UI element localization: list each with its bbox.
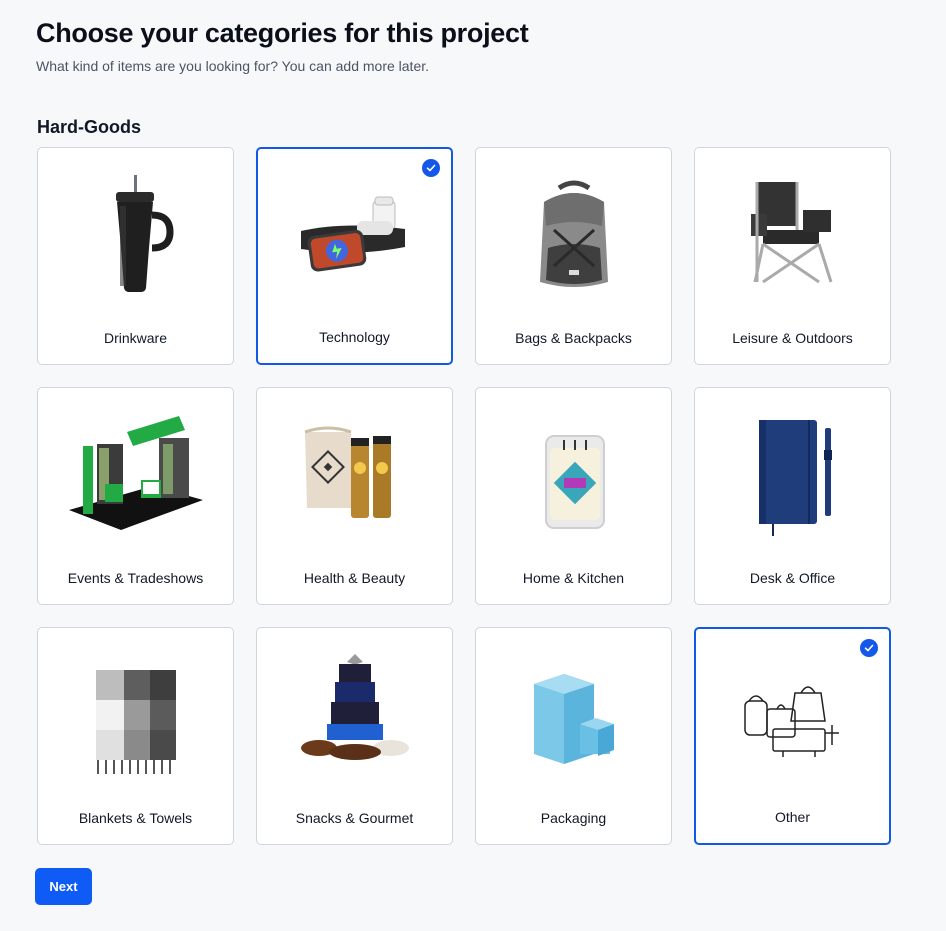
category-card-other[interactable]: Other [694, 627, 891, 845]
beauty-kit-icon [257, 410, 452, 540]
category-card-events-tradeshows[interactable]: Events & Tradeshows [37, 387, 234, 605]
assorted-items-icon [696, 651, 889, 781]
category-label: Technology [319, 329, 390, 345]
tradeshow-booth-icon [38, 410, 233, 540]
category-label: Snacks & Gourmet [295, 810, 414, 826]
wireless-charger-icon [258, 171, 451, 301]
category-card-health-beauty[interactable]: Health & Beauty [256, 387, 453, 605]
category-label: Drinkware [103, 330, 167, 346]
gift-tower-icon [257, 650, 452, 780]
category-label: Leisure & Outdoors [732, 330, 853, 346]
category-label: Desk & Office [749, 570, 836, 586]
gift-box-icon [476, 650, 671, 780]
category-card-desk-office[interactable]: Desk & Office [694, 387, 891, 605]
category-label: Packaging [540, 810, 607, 826]
candle-icon [476, 410, 671, 540]
category-card-home-kitchen[interactable]: Home & Kitchen [475, 387, 672, 605]
next-button[interactable]: Next [35, 868, 92, 905]
category-label: Bags & Backpacks [515, 330, 632, 346]
page-subtitle: What kind of items are you looking for? … [36, 58, 430, 74]
category-card-bags-backpacks[interactable]: Bags & Backpacks [475, 147, 672, 365]
category-grid: Drinkware Technology Bags & Backpacks Le… [37, 147, 891, 845]
category-card-blankets-towels[interactable]: Blankets & Towels [37, 627, 234, 845]
category-label: Blankets & Towels [78, 810, 193, 826]
section-title: Hard-Goods [37, 117, 142, 137]
category-label: Health & Beauty [303, 570, 406, 586]
category-label: Events & Tradeshows [67, 570, 204, 586]
category-label: Other [774, 809, 810, 825]
category-card-packaging[interactable]: Packaging [475, 627, 672, 845]
backpack-icon [476, 170, 671, 300]
tumbler-icon [38, 170, 233, 300]
page-title: Choose your categories for this project [36, 18, 529, 48]
category-card-drinkware[interactable]: Drinkware [37, 147, 234, 365]
blanket-icon [38, 650, 233, 780]
category-label: Home & Kitchen [522, 570, 625, 586]
category-card-leisure-outdoors[interactable]: Leisure & Outdoors [694, 147, 891, 365]
category-card-snacks-gourmet[interactable]: Snacks & Gourmet [256, 627, 453, 845]
category-card-technology[interactable]: Technology [256, 147, 453, 365]
folding-chair-icon [695, 170, 890, 300]
notebook-icon [695, 410, 890, 540]
